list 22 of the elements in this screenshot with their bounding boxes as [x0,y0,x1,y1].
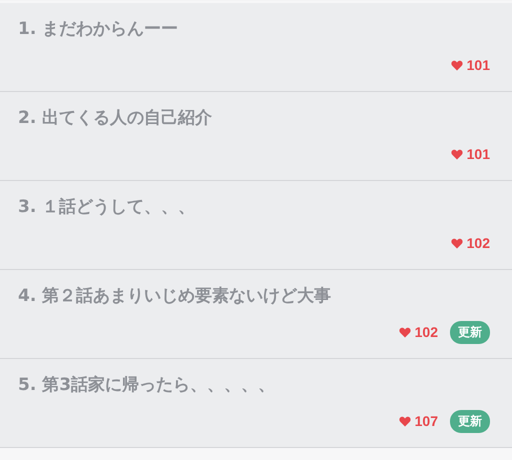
heart-icon [450,238,463,248]
heart-icon [398,416,411,426]
episode-row[interactable]: 2. 出てくる人の自己紹介 101 [0,92,512,181]
episode-row[interactable]: 3. １話どうして、、、 102 [0,181,512,270]
episode-title: 2. 出てくる人の自己紹介 [18,107,212,130]
heart-icon [398,326,411,338]
episode-row[interactable]: 1. まだわからんーー 101 [0,3,512,92]
like-count: 101 [466,57,490,73]
episode-row[interactable]: 4. 第２話あまりいじめ要素ないけど大事 102 更新 [0,270,512,359]
episode-row[interactable]: 5. 第3話家に帰ったら、、、、、 107 更新 [0,359,512,448]
like-count: 101 [466,146,490,162]
like-count: 102 [466,235,490,251]
like-count: 102 [414,324,438,340]
heart-icon [450,60,463,70]
episode-title: 1. まだわからんーー [18,18,178,41]
episode-title: 4. 第２話あまりいじめ要素ないけど大事 [18,285,332,308]
episode-title: 5. 第3話家に帰ったら、、、、、 [18,374,276,397]
update-badge: 更新 [450,410,490,432]
episode-title: 3. １話どうして、、、 [18,196,196,219]
update-badge: 更新 [450,320,490,344]
like-count: 107 [414,413,438,429]
heart-icon [450,148,463,160]
